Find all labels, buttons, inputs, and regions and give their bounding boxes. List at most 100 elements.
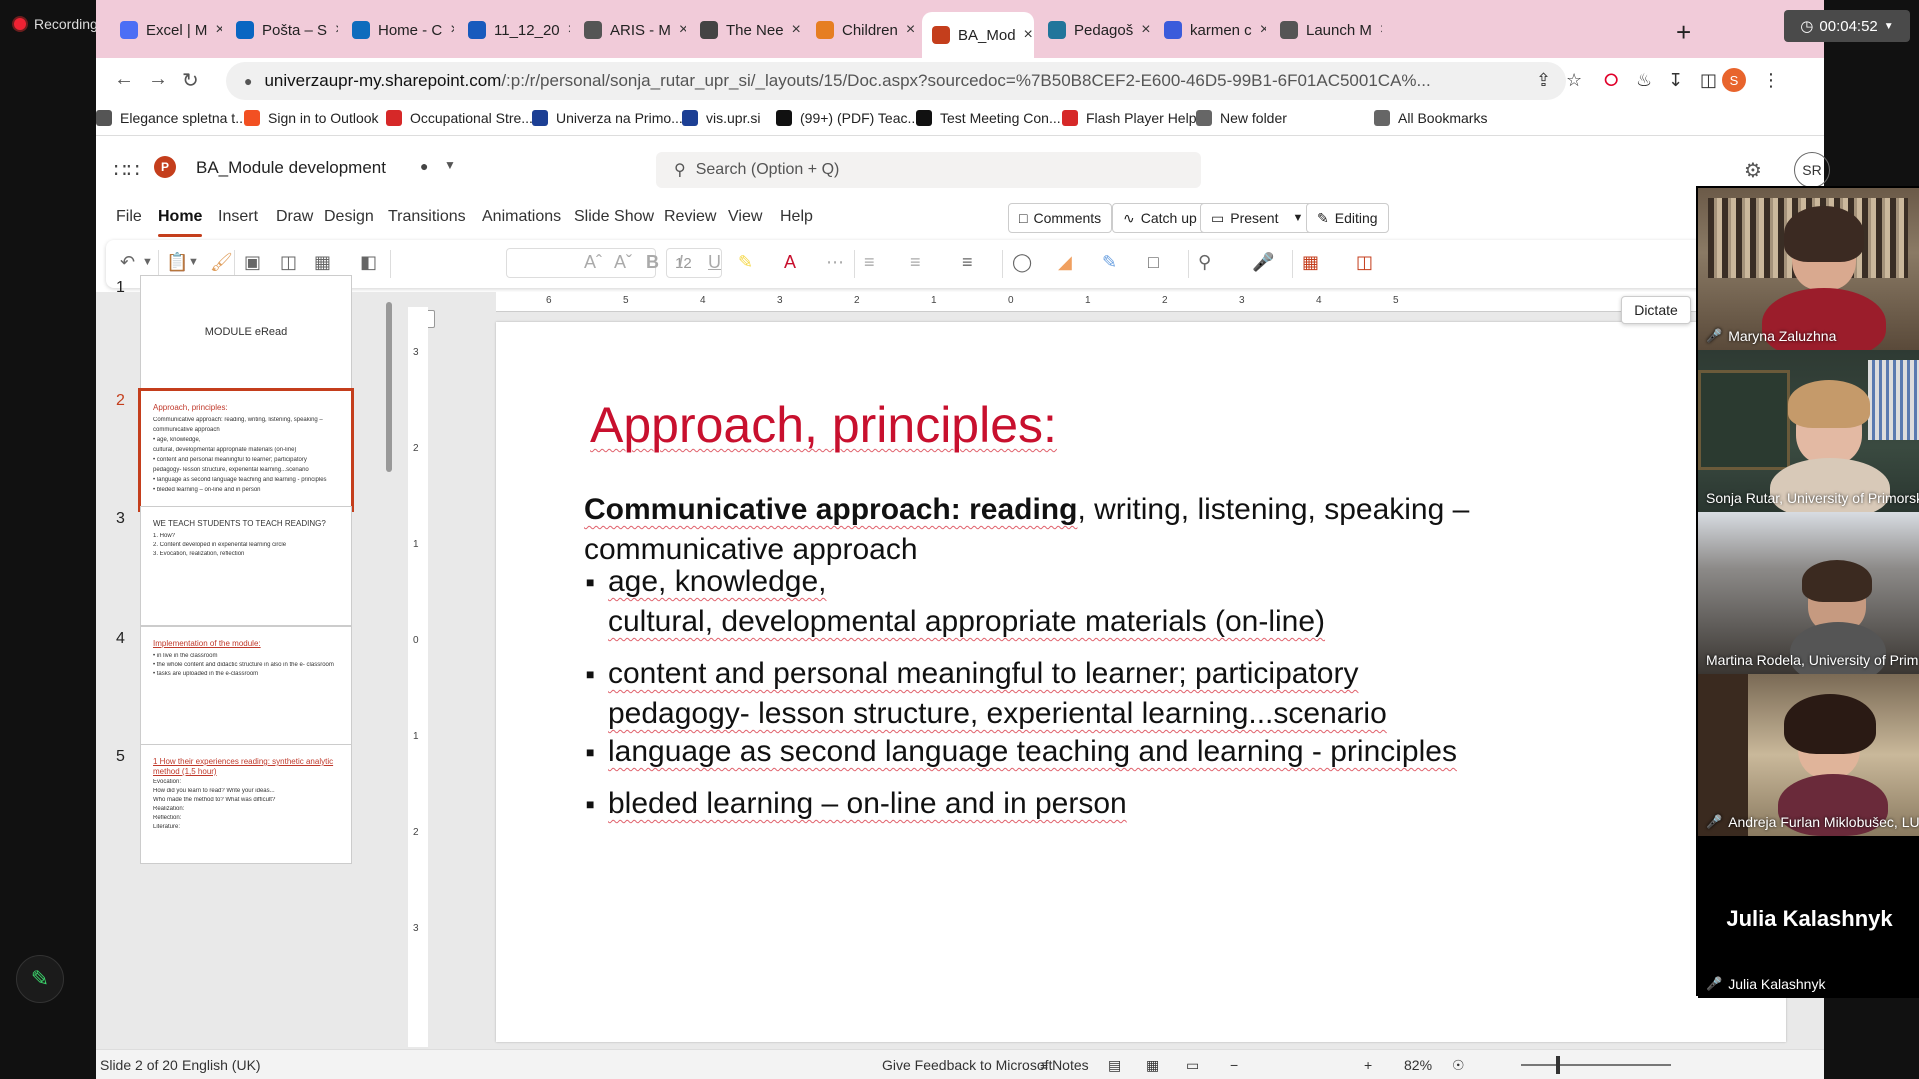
close-tab-icon[interactable]: × [568,21,570,39]
numbering-icon[interactable]: ≡ [910,252,921,273]
all-bookmarks-button[interactable]: All Bookmarks [1374,110,1487,126]
zoom-in-button[interactable]: + [1364,1057,1372,1073]
share-icon[interactable]: ⇪ [1536,70,1551,91]
zoom-slider-thumb[interactable] [1556,1056,1560,1074]
participant-tile[interactable]: Sonja Rutar, University of Primorsk [1698,350,1919,512]
participant-tile[interactable]: 🎤 Andreja Furlan Miklobušec, LU [1698,674,1919,836]
underline-icon[interactable]: U [708,252,721,273]
shapes-icon[interactable]: ◯ [1012,252,1032,273]
paste-chevron-icon[interactable]: ▼ [188,256,199,268]
feedback-link[interactable]: Give Feedback to Microsoft [882,1057,1052,1073]
increase-font-icon[interactable]: Aˆ [584,252,602,273]
notes-button[interactable]: ≡ Notes [1040,1057,1089,1073]
ribbon-tab-file[interactable]: File [116,208,142,226]
more-options-icon[interactable]: ⋯ [826,252,844,273]
title-chevron-down-icon[interactable]: ▼ [444,158,456,172]
browser-tab[interactable]: The Nee × [690,12,802,48]
browser-tab[interactable]: BA_Mod × [922,12,1034,58]
font-name-select[interactable] [506,248,656,278]
user-avatar[interactable]: SR [1794,152,1830,188]
participant-tile[interactable]: Julia Kalashnyk 🎤 Julia Kalashnyk [1698,836,1919,998]
new-slide-icon[interactable]: ▣ [244,252,261,273]
zoom-level[interactable]: 82% [1404,1057,1432,1073]
browser-tab[interactable]: karmen c × [1154,12,1266,48]
reload-button[interactable]: ↻ [182,68,199,93]
bookmark-item[interactable]: Sign in to Outlook [244,110,379,126]
bookmark-item[interactable]: Flash Player Help [1062,110,1197,126]
bookmark-item[interactable]: Occupational Stre... [386,110,533,126]
bookmark-item[interactable]: Test Meeting Con... [916,110,1061,126]
shape-effects-icon[interactable]: □ [1148,252,1159,273]
browser-tab[interactable]: Excel | M × [110,12,222,48]
slide-bullet[interactable]: bleded learning – on-line and in person [586,784,1646,824]
chevron-down-icon[interactable]: ▼ [1884,21,1894,32]
align-icon[interactable]: ≡ [962,252,973,273]
shape-fill-icon[interactable]: ◢ [1058,252,1072,273]
bullets-icon[interactable]: ≡ [864,252,875,273]
zoom-out-button[interactable]: − [1230,1057,1238,1073]
close-tab-icon[interactable]: × [679,21,686,39]
bookmark-item[interactable]: Elegance spletna t... [96,110,247,126]
slide-bullet[interactable]: language as second language teaching and… [586,732,1646,772]
slide-canvas[interactable]: Approach, principles: Communicative appr… [496,322,1786,1042]
thumbnail-scrollbar[interactable] [386,302,392,472]
catch-up-button[interactable]: ∿ Catch up [1112,203,1208,233]
app-launcher-icon[interactable]: ∷∷ [114,158,139,183]
sorter-view-icon[interactable]: ▦ [1146,1057,1159,1074]
bookmark-item[interactable]: Univerza na Primo... [532,110,683,126]
close-tab-icon[interactable]: × [215,21,222,39]
close-tab-icon[interactable]: × [1260,21,1266,39]
browser-menu-icon[interactable]: ⋮ [1762,70,1780,91]
new-tab-button[interactable]: + [1676,17,1691,48]
slide-thumbnail[interactable]: Approach, principles: Communicative appro… [138,388,354,512]
ribbon-tab-help[interactable]: Help [780,208,813,226]
ribbon-tab-view[interactable]: View [728,208,762,226]
browser-tab[interactable]: Launch M × [1270,12,1382,48]
undo-chevron-icon[interactable]: ▼ [142,256,153,268]
undo-icon[interactable]: ↶ [120,252,135,273]
browser-tab[interactable]: Pedagoš × [1038,12,1150,48]
bold-icon[interactable]: B [646,252,659,273]
address-bar[interactable]: ● univerzaupr-my.sharepoint.com/:p:/r/pe… [226,62,1566,100]
comments-button[interactable]: □ Comments [1008,203,1113,233]
profile-avatar[interactable]: S [1722,68,1746,92]
gear-icon[interactable]: ⚙ [1744,158,1762,183]
slide-bullet[interactable]: content and personal meaningful to learn… [586,654,1646,734]
bookmark-star-icon[interactable]: ☆ [1566,70,1582,91]
bookmark-item[interactable]: New folder [1196,110,1287,126]
slide-thumbnail[interactable]: MODULE eRead [140,275,352,395]
bookmark-item[interactable]: vis.upr.si [682,110,760,126]
find-icon[interactable]: ⚲ [1198,252,1211,273]
browser-tab[interactable]: 11_12_20 × [458,12,570,48]
present-button[interactable]: ▭ Present ▼ [1200,203,1315,233]
decrease-font-icon[interactable]: Aˇ [614,252,632,273]
designer-icon[interactable]: ▦ [1302,252,1319,273]
zoom-slider[interactable] [1521,1064,1671,1066]
shape-outline-icon[interactable]: ✎ [1102,252,1117,273]
fit-slide-icon[interactable]: ☉ [1452,1057,1465,1074]
ribbon-tab-animations[interactable]: Animations [482,208,561,226]
slide-thumbnail[interactable]: 1 How their experiences reading: synthet… [140,744,352,864]
opera-extension-icon[interactable]: ⭘ [1604,70,1618,91]
ribbon-tab-home[interactable]: Home [158,208,203,237]
browser-tab[interactable]: ARIS - M × [574,12,686,48]
back-button[interactable]: ← [114,68,134,91]
slide-thumbnail[interactable]: WE TEACH STUDENTS TO TEACH READING? 1. Ho… [140,506,352,626]
close-tab-icon[interactable]: × [450,21,454,39]
normal-view-icon[interactable]: ▤ [1108,1057,1121,1074]
annotate-pen-button[interactable]: ✎ [16,955,64,1003]
saved-status-icon[interactable]: ● [420,158,428,174]
close-tab-icon[interactable]: × [335,21,338,39]
ribbon-tab-draw[interactable]: Draw [276,208,313,226]
reading-view-icon[interactable]: ▭ [1186,1057,1199,1074]
close-tab-icon[interactable]: × [1380,21,1382,39]
font-color-icon[interactable]: A [784,252,796,273]
format-background-icon[interactable]: ◧ [360,252,377,273]
paste-icon[interactable]: 📋 [166,252,188,273]
ribbon-tab-design[interactable]: Design [324,208,374,226]
close-tab-icon[interactable]: × [1141,21,1150,39]
close-tab-icon[interactable]: × [1024,26,1033,44]
bookmark-item[interactable]: (99+) (PDF) Teac... [776,110,919,126]
slide-lead-text[interactable]: Communicative approach: reading, writing… [584,490,1644,570]
ribbon-tab-slide-show[interactable]: Slide Show [574,208,654,226]
